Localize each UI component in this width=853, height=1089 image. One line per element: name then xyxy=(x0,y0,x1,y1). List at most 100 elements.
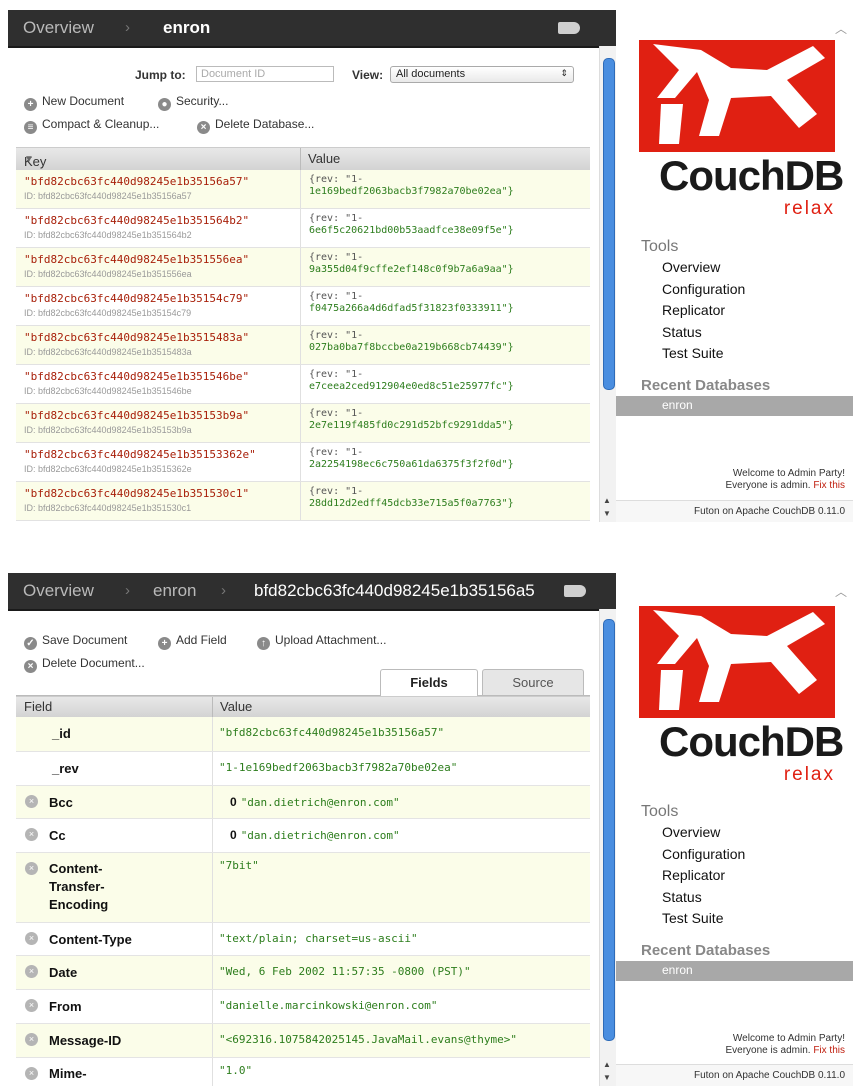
remove-field-icon[interactable]: × xyxy=(25,795,38,808)
field-row[interactable]: × Date "Wed, 6 Feb 2002 11:57:35 -0800 (PS… xyxy=(16,956,590,990)
column-divider xyxy=(212,956,213,989)
document-key[interactable]: "bfd82cbc63fc440d98245e1b35154c79" xyxy=(24,292,249,305)
key-cell: "bfd82cbc63fc440d98245e1b351530c1" ID: bf… xyxy=(16,482,301,520)
table-row[interactable]: "bfd82cbc63fc440d98245e1b35156a57" ID: bf… xyxy=(16,170,590,209)
breadcrumb-separator-icon: › xyxy=(221,582,226,599)
sidebar-item-status[interactable]: Status xyxy=(662,324,702,340)
table-row[interactable]: "bfd82cbc63fc440d98245e1b351556ea" ID: bf… xyxy=(16,248,590,287)
field-row[interactable]: × Message-ID "<692316.1075842025145.JavaMa… xyxy=(16,1024,590,1058)
tab-fields[interactable]: Fields xyxy=(380,669,478,696)
upload-attachment-button[interactable]: ↑ Upload Attachment... xyxy=(257,633,386,650)
remove-field-icon[interactable]: × xyxy=(25,1067,38,1080)
scroll-down-arrow-icon[interactable]: ▼ xyxy=(603,1073,611,1082)
field-value[interactable]: 0 "dan.dietrich@enron.com" xyxy=(230,795,400,809)
scrollbar-thumb[interactable] xyxy=(603,619,615,1041)
view-select[interactable]: All documents ⇕ xyxy=(390,66,574,83)
field-value[interactable]: "bfd82cbc63fc440d98245e1b35156a57" xyxy=(219,726,444,739)
document-key[interactable]: "bfd82cbc63fc440d98245e1b35153b9a" xyxy=(24,409,249,422)
scrollbar-thumb[interactable] xyxy=(603,58,615,390)
recent-database-item[interactable]: enron xyxy=(616,396,853,416)
field-name-text: _rev xyxy=(52,761,79,776)
field-value[interactable]: "1-1e169bedf2063bacb3f7982a70be02ea" xyxy=(219,761,457,774)
sidebar-item-test-suite[interactable]: Test Suite xyxy=(662,345,723,361)
sidebar-item-test-suite[interactable]: Test Suite xyxy=(662,910,723,926)
admin-line: Everyone is admin. xyxy=(725,1045,811,1056)
field-value[interactable]: "7bit" xyxy=(219,859,259,872)
document-id: ID: bfd82cbc63fc440d98245e1b35153b9a xyxy=(24,425,192,435)
breadcrumb: Overview › enron › bfd82cbc63fc440d98245… xyxy=(8,573,616,611)
table-row[interactable]: "bfd82cbc63fc440d98245e1b351530c1" ID: bf… xyxy=(16,482,590,521)
scroll-up-arrow-icon[interactable]: ▲ xyxy=(603,1060,611,1069)
check-icon: ✓ xyxy=(24,637,37,650)
sidebar-item-replicator[interactable]: Replicator xyxy=(662,867,725,883)
breadcrumb-database[interactable]: enron xyxy=(163,18,210,38)
sidebar-item-status[interactable]: Status xyxy=(662,889,702,905)
field-value[interactable]: "1.0" xyxy=(219,1064,252,1077)
remove-field-icon[interactable]: × xyxy=(25,828,38,841)
document-key[interactable]: "bfd82cbc63fc440d98245e1b3515483a" xyxy=(24,331,249,344)
breadcrumb-database[interactable]: enron xyxy=(153,581,196,601)
compact-cleanup-button[interactable]: ≡ Compact & Cleanup... xyxy=(24,117,159,134)
field-value[interactable]: "text/plain; charset=us-ascii" xyxy=(219,932,418,945)
scrollbar[interactable]: ▲ ▼ xyxy=(599,609,616,1086)
delete-database-button[interactable]: × Delete Database... xyxy=(197,117,314,134)
remove-field-icon[interactable]: × xyxy=(25,965,38,978)
breadcrumb-overview[interactable]: Overview xyxy=(23,581,94,601)
field-row[interactable]: × Mime- Version "1.0" xyxy=(16,1058,590,1086)
collapse-chevron-icon[interactable]: ︿ xyxy=(835,20,847,37)
field-row[interactable]: × Cc 0 "dan.dietrich@enron.com" xyxy=(16,819,590,853)
breadcrumb-overview[interactable]: Overview xyxy=(23,18,94,38)
table-row[interactable]: "bfd82cbc63fc440d98245e1b35153b9a" ID: bf… xyxy=(16,404,590,443)
field-row[interactable]: × Bcc 0 "dan.dietrich@enron.com" xyxy=(16,786,590,819)
scroll-down-arrow-icon[interactable]: ▼ xyxy=(603,509,611,518)
document-key[interactable]: "bfd82cbc63fc440d98245e1b35156a57" xyxy=(24,175,249,188)
remove-field-icon[interactable]: × xyxy=(25,1033,38,1046)
field-value-text: "<692316.1075842025145.JavaMail.evans@th… xyxy=(219,1033,518,1046)
field-row[interactable]: × From "danielle.marcinkowski@enron.com" xyxy=(16,990,590,1024)
document-id: ID: bfd82cbc63fc440d98245e1b351564b2 xyxy=(24,230,192,240)
field-value[interactable]: "<692316.1075842025145.JavaMail.evans@th… xyxy=(219,1033,517,1046)
sidebar-item-overview[interactable]: Overview xyxy=(662,259,720,275)
tab-source[interactable]: Source xyxy=(482,669,584,696)
sidebar-item-configuration[interactable]: Configuration xyxy=(662,281,745,297)
document-key[interactable]: "bfd82cbc63fc440d98245e1b351556ea" xyxy=(24,253,249,266)
security-button[interactable]: ● Security... xyxy=(158,94,228,111)
sidebar-item-overview[interactable]: Overview xyxy=(662,824,720,840)
document-id: ID: bfd82cbc63fc440d98245e1b351556ea xyxy=(24,269,192,279)
table-row[interactable]: "bfd82cbc63fc440d98245e1b35154c79" ID: bf… xyxy=(16,287,590,326)
remove-field-icon[interactable]: × xyxy=(25,999,38,1012)
remove-field-icon[interactable]: × xyxy=(25,862,38,875)
field-row[interactable]: _id "bfd82cbc63fc440d98245e1b35156a57" xyxy=(16,717,590,752)
sidebar-item-replicator[interactable]: Replicator xyxy=(662,302,725,318)
collapse-chevron-icon[interactable]: ︿ xyxy=(835,583,847,600)
document-key[interactable]: "bfd82cbc63fc440d98245e1b351564b2" xyxy=(24,214,249,227)
scroll-up-arrow-icon[interactable]: ▲ xyxy=(603,496,611,505)
delete-document-button[interactable]: × Delete Document... xyxy=(24,656,145,673)
add-field-button[interactable]: + Add Field xyxy=(158,633,227,650)
recent-database-item[interactable]: enron xyxy=(616,961,853,981)
document-key[interactable]: "bfd82cbc63fc440d98245e1b35153362e" xyxy=(24,448,256,461)
field-value[interactable]: 0 "dan.dietrich@enron.com" xyxy=(230,828,400,842)
field-row[interactable]: _rev "1-1e169bedf2063bacb3f7982a70be02ea" xyxy=(16,752,590,786)
document-key[interactable]: "bfd82cbc63fc440d98245e1b351546be" xyxy=(24,370,249,383)
field-row[interactable]: × Content- Transfer- Encoding "7bit" xyxy=(16,853,590,923)
field-row[interactable]: × Content-Type "text/plain; charset=us-asc… xyxy=(16,923,590,956)
document-value: {rev: "1- 2e7e119f485fd0c291d52bfc9291dd… xyxy=(309,408,514,432)
table-row[interactable]: "bfd82cbc63fc440d98245e1b351564b2" ID: bf… xyxy=(16,209,590,248)
relax-tagline: relax xyxy=(783,764,835,785)
new-document-button[interactable]: + New Document xyxy=(24,94,124,111)
table-row[interactable]: "bfd82cbc63fc440d98245e1b3515483a" ID: bf… xyxy=(16,326,590,365)
document-key[interactable]: "bfd82cbc63fc440d98245e1b351530c1" xyxy=(24,487,249,500)
field-value[interactable]: "Wed, 6 Feb 2002 11:57:35 -0800 (PST)" xyxy=(219,965,471,978)
fix-this-link[interactable]: Fix this xyxy=(813,1045,845,1056)
remove-field-icon[interactable]: × xyxy=(25,932,38,945)
table-row[interactable]: "bfd82cbc63fc440d98245e1b351546be" ID: bf… xyxy=(16,365,590,404)
table-row[interactable]: "bfd82cbc63fc440d98245e1b35153362e" ID: b… xyxy=(16,443,590,482)
sidebar-item-configuration[interactable]: Configuration xyxy=(662,846,745,862)
fix-this-link[interactable]: Fix this xyxy=(813,480,845,491)
save-document-button[interactable]: ✓ Save Document xyxy=(24,633,127,650)
rev-value: 28dd12d2edff45dcb33e715a5f0a7763"} xyxy=(309,498,514,509)
field-value[interactable]: "danielle.marcinkowski@enron.com" xyxy=(219,999,438,1012)
jump-to-input[interactable]: Document ID xyxy=(196,66,334,82)
scrollbar[interactable]: ▲ ▼ xyxy=(599,46,616,522)
